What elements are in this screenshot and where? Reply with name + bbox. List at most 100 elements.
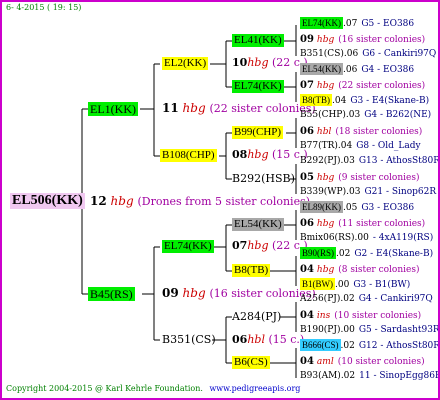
ancestor-row: 04 hbg (8 sister colonies): [300, 265, 419, 275]
queen-el1[interactable]: EL1(KK): [88, 102, 138, 116]
ancestor-hbg: hbg: [316, 265, 335, 275]
ancestor-code: 11 - SinopEgg86R: [359, 371, 440, 381]
ancestor-name[interactable]: EL89(KK): [300, 201, 343, 213]
ancestor-desc: (10 sister colonies): [337, 357, 425, 367]
ancestor-value: .05: [343, 203, 358, 213]
ancestor-name[interactable]: B55(CHP): [300, 110, 346, 120]
ancestor-code: G3 - B1(BW): [353, 280, 411, 290]
ancestor-name[interactable]: B1(BW): [300, 278, 335, 290]
queen-el74-g[interactable]: EL74(KK): [162, 240, 214, 253]
ancestor-row: 04 aml (10 sister colonies): [300, 357, 425, 367]
ancestor-row: A256(PJ).02 G4 - Cankiri97Q: [300, 295, 433, 304]
ancestor-desc: (8 sister colonies): [338, 265, 420, 275]
ancestor-code: G5 - Sardasht93R: [358, 325, 440, 335]
ancestor-code: G21 - Sinop62R: [364, 187, 437, 197]
ancestor-name[interactable]: EL54(KK): [300, 63, 343, 75]
ancestor-count: 09: [300, 34, 314, 45]
ancestor-value: .02: [336, 249, 351, 259]
ancestor-name[interactable]: B90(RS): [300, 247, 337, 259]
ancestor-row: B190(PJ).00 G5 - Sardasht93R: [300, 325, 440, 335]
g4-desc: (15 c.): [268, 333, 305, 346]
g2-hbg: hbg: [247, 148, 269, 161]
ancestor-name[interactable]: B666(CS): [300, 339, 341, 351]
queen-el74-gg[interactable]: EL74(KK): [232, 80, 284, 93]
ancestor-value: .04: [332, 96, 347, 106]
queen-b8[interactable]: B8(TB): [232, 264, 271, 277]
ancestor-hbg: hbg: [316, 173, 335, 183]
g3-hbg: hbg: [247, 239, 269, 252]
ancestor-hbg: hbg: [316, 219, 335, 229]
ancestor-name[interactable]: B339(WP): [300, 187, 346, 197]
ancestor-row: 07 hbg (22 sister colonies): [300, 81, 425, 91]
ancestor-code: G4 - Cankiri97Q: [358, 294, 433, 304]
p1-line: 11 hbg (22 sister colonies): [162, 102, 316, 114]
ancestor-value: .00: [340, 325, 355, 335]
ancestor-value: .07: [343, 19, 358, 29]
ancestor-row: B292(PJ).03 G13 - AthosSt80R: [300, 156, 440, 166]
root-hbg: hbg: [110, 194, 134, 208]
ancestor-value: .00: [335, 280, 350, 290]
ancestor-value: .03: [345, 110, 361, 120]
p2-num: 09: [162, 286, 179, 300]
ancestor-value: .02: [340, 341, 355, 351]
ancestor-desc: (18 sister colonies): [335, 127, 423, 137]
ancestor-name[interactable]: B77(TR): [300, 141, 338, 151]
ancestor-desc: (22 sister colonies): [338, 81, 426, 91]
ancestor-count: 05: [300, 172, 314, 183]
date-stamp: 6- 4-2015 ( 19: 15): [6, 3, 82, 12]
ancestor-code: G3 - E4(Skane-B): [350, 96, 430, 106]
ancestor-code: G8 - Old_Lady: [356, 141, 421, 151]
queen-root[interactable]: EL506(KK): [10, 193, 85, 209]
ancestor-name[interactable]: B93(AM): [300, 371, 341, 381]
ancestor-code: G3 - EO386: [361, 203, 415, 213]
ancestor-row: B351(CS).06 G6 - Cankiri97Q: [300, 50, 436, 59]
queen-a284[interactable]: A284(PJ): [232, 311, 281, 322]
ancestor-hbg: hbg: [316, 35, 335, 45]
ancestor-code: G5 - EO386: [361, 19, 415, 29]
ancestor-row: 06 hbg (11 sister colonies): [300, 219, 425, 229]
queen-b292-hsb[interactable]: B292(HSB): [232, 173, 295, 184]
ancestor-code: G4 - EO386: [361, 65, 415, 75]
ancestor-desc: (11 sister colonies): [338, 219, 426, 229]
ancestor-name[interactable]: Bmix06(RS): [300, 233, 355, 243]
queen-b108[interactable]: B108(CHP): [160, 149, 217, 162]
ancestor-row: B666(CS) .02 G12 - AthosSt80R: [300, 339, 438, 351]
queen-el41[interactable]: EL41(KK): [232, 34, 284, 47]
g1-line: 10hbg (22 c.): [232, 57, 308, 68]
ancestor-row: EL74(KK) .07 G5 - EO386: [300, 17, 415, 29]
g1-num: 10: [232, 56, 248, 69]
ancestor-count: 04: [300, 264, 314, 275]
ancestor-row: B90(RS) .02 G2 - E4(Skane-B): [300, 247, 433, 259]
ancestor-hbg: hbl: [316, 127, 332, 137]
ancestor-row: 09 hbg (16 sister colonies): [300, 35, 425, 45]
ancestor-name[interactable]: B8(TB): [300, 94, 332, 106]
ancestor-code: G13 - AthosSt80R: [358, 156, 440, 166]
queen-el54[interactable]: EL54(KK): [232, 218, 284, 231]
ancestor-row: B339(WP).03 G21 - Sinop62R: [300, 188, 436, 197]
ancestor-name[interactable]: B190(PJ): [300, 325, 340, 335]
ancestor-name[interactable]: B292(PJ): [300, 156, 340, 166]
copyright-text: Copyright 2004-2015 @ Karl Kehrle Founda…: [6, 384, 203, 393]
ancestor-count: 06: [300, 126, 314, 137]
queen-b45[interactable]: B45(RS): [88, 287, 135, 301]
ancestor-value: .02: [340, 371, 356, 381]
ancestor-value: .03: [340, 156, 355, 166]
ancestor-value: .03: [346, 187, 361, 197]
queen-b351[interactable]: B351(CS): [162, 334, 216, 345]
website-link[interactable]: www.pedigreeapis.org: [209, 384, 300, 393]
queen-b6[interactable]: B6(CS): [232, 356, 270, 369]
ancestor-value: .02: [340, 294, 355, 304]
ancestor-hbg: hbg: [316, 81, 335, 91]
ancestor-count: 04: [300, 356, 314, 367]
ancestor-row: EL54(KK) .06 G4 - EO386: [300, 63, 415, 75]
ancestor-count: 06: [300, 218, 314, 229]
pedigree-frame: 6- 4-2015 ( 19: 15) Copyright 2004-2015 …: [0, 0, 440, 400]
queen-b99[interactable]: B99(CHP): [232, 126, 284, 139]
ancestor-value: .00: [354, 233, 369, 243]
ancestor-name[interactable]: B351(CS): [300, 49, 344, 59]
p2-line: 09 hbg (16 sister colonies): [162, 287, 316, 299]
ancestor-name[interactable]: EL74(KK): [300, 17, 343, 29]
ancestor-name[interactable]: A256(PJ): [300, 294, 340, 304]
queen-el2[interactable]: EL2(KK): [162, 57, 209, 70]
g2-num: 08: [232, 148, 248, 161]
